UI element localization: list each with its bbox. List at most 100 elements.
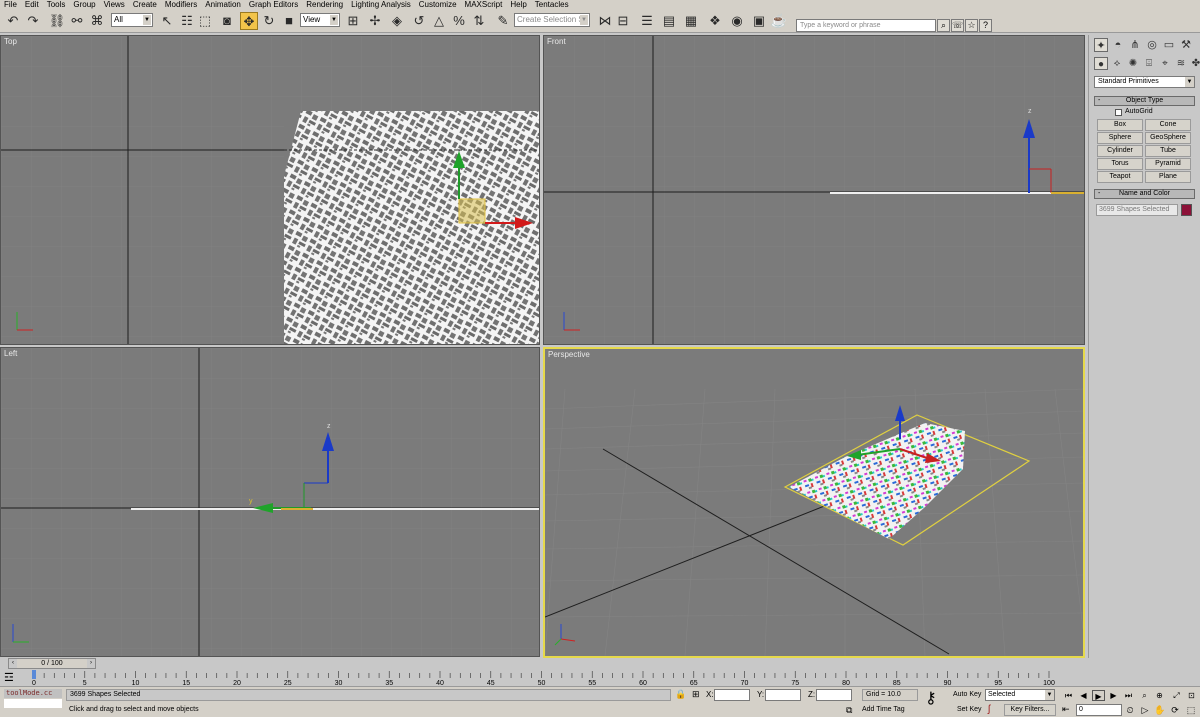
previous-frame-icon[interactable]: ◀ bbox=[1077, 690, 1090, 701]
absolute-mode-icon[interactable]: ⊞ bbox=[692, 689, 700, 700]
menu-tools[interactable]: Tools bbox=[43, 0, 70, 9]
chevron-right-icon[interactable]: › bbox=[87, 659, 95, 668]
track-bar[interactable]: ☲ 0 5 10 15 20 25 30 35 40 45 50 55 60 65 70 75 80 85 90 95… bbox=[0, 670, 1200, 686]
select-object-icon[interactable]: ↖ bbox=[158, 12, 176, 30]
menu-views[interactable]: Views bbox=[100, 0, 129, 9]
sphere-button[interactable]: Sphere bbox=[1097, 132, 1143, 144]
hierarchy-tab-icon[interactable]: ⋔ bbox=[1128, 38, 1142, 52]
menu-create[interactable]: Create bbox=[129, 0, 161, 9]
select-and-move-icon[interactable]: ✥ bbox=[240, 12, 258, 30]
redo-icon[interactable]: ↷ bbox=[24, 12, 42, 30]
maximize-viewport-icon[interactable]: ⬚ bbox=[1185, 705, 1197, 716]
key-filters-button[interactable]: Key Filters... bbox=[1004, 704, 1056, 716]
window-crossing-icon[interactable]: ◙ bbox=[218, 12, 236, 30]
shapes-icon[interactable]: ⟡ bbox=[1110, 57, 1124, 70]
object-color-swatch[interactable] bbox=[1181, 204, 1192, 216]
geometry-icon[interactable]: ● bbox=[1094, 57, 1108, 70]
object-name-field[interactable]: 3699 Shapes Selected bbox=[1096, 204, 1178, 216]
percent-snap-icon[interactable]: % bbox=[450, 12, 468, 30]
menu-tentacles[interactable]: Tentacles bbox=[531, 0, 573, 9]
play-icon[interactable]: ▶ bbox=[1092, 690, 1105, 701]
key-mode-dropdown[interactable]: Selected ▼ bbox=[985, 689, 1055, 701]
search-icon[interactable]: ⌕ bbox=[937, 19, 950, 32]
viewport-label-left[interactable]: Left bbox=[4, 349, 17, 358]
menu-animation[interactable]: Animation bbox=[201, 0, 245, 9]
next-frame-icon[interactable]: ▶ bbox=[1107, 690, 1120, 701]
select-and-scale-icon[interactable]: ■ bbox=[280, 12, 298, 30]
time-slider[interactable]: ‹ 0 / 100 › bbox=[8, 658, 96, 669]
tube-button[interactable]: Tube bbox=[1145, 145, 1191, 157]
snaps-toggle-icon[interactable]: ↺ bbox=[410, 12, 428, 30]
menu-customize[interactable]: Customize bbox=[415, 0, 461, 9]
cylinder-button[interactable]: Cylinder bbox=[1097, 145, 1143, 157]
viewport-left[interactable]: Left z y bbox=[0, 347, 540, 657]
search-input[interactable]: Type a keyword or phrase bbox=[796, 19, 936, 32]
motion-tab-icon[interactable]: ◎ bbox=[1145, 38, 1159, 52]
menu-rendering[interactable]: Rendering bbox=[302, 0, 347, 9]
unlink-selection-icon[interactable]: ⚯ bbox=[68, 12, 86, 30]
menu-lighting-analysis[interactable]: Lighting Analysis bbox=[347, 0, 415, 9]
reference-coordinate-dropdown[interactable]: View ▼ bbox=[300, 13, 340, 27]
y-coordinate-field[interactable] bbox=[765, 689, 801, 701]
lock-icon[interactable]: 🔒 bbox=[675, 689, 686, 700]
current-frame-marker[interactable] bbox=[32, 670, 36, 679]
viewport-top[interactable]: Top bbox=[0, 35, 540, 345]
zoom-all-icon[interactable]: ⊕ bbox=[1153, 690, 1166, 701]
current-frame-field[interactable]: 0 bbox=[1076, 704, 1122, 716]
viewport-label-top[interactable]: Top bbox=[4, 37, 17, 46]
angle-snap-icon[interactable]: △ bbox=[430, 12, 448, 30]
graphite-modeling-icon[interactable]: ▤ bbox=[660, 12, 678, 30]
x-coordinate-field[interactable] bbox=[714, 689, 750, 701]
zoom-extents-icon[interactable]: ⤢ bbox=[1170, 690, 1183, 701]
material-editor-icon[interactable]: ◉ bbox=[728, 12, 746, 30]
cameras-icon[interactable]: ⌹ bbox=[1142, 57, 1156, 70]
key-mode-toggle-icon[interactable]: ⇤ bbox=[1062, 704, 1070, 715]
viewport-front[interactable]: Front z bbox=[543, 35, 1085, 345]
rectangular-selection-region-icon[interactable]: ⬚ bbox=[196, 12, 214, 30]
modify-tab-icon[interactable]: ◓ bbox=[1111, 38, 1125, 52]
orbit-icon[interactable]: ⟳ bbox=[1169, 705, 1181, 716]
helpers-icon[interactable]: ⌖ bbox=[1158, 57, 1172, 70]
create-tab-icon[interactable]: ✦ bbox=[1094, 38, 1108, 52]
zoom-icon[interactable]: ⌕ bbox=[1138, 690, 1151, 701]
help-icon[interactable]: ? bbox=[979, 19, 992, 32]
name-and-color-rollout[interactable]: - Name and Color bbox=[1094, 189, 1195, 199]
schematic-view-icon[interactable]: ❖ bbox=[706, 12, 724, 30]
set-key-button[interactable]: Set Key bbox=[957, 705, 982, 715]
auto-key-button[interactable]: Auto Key bbox=[953, 690, 981, 700]
viewport-label-front[interactable]: Front bbox=[547, 37, 566, 46]
menu-edit[interactable]: Edit bbox=[21, 0, 43, 9]
teapot-button[interactable]: Teapot bbox=[1097, 171, 1143, 183]
lights-icon[interactable]: ✺ bbox=[1126, 57, 1140, 70]
align-icon[interactable]: ⊟ bbox=[614, 12, 632, 30]
default-in-out-tangent-icon[interactable]: ʃ bbox=[988, 704, 990, 715]
z-coordinate-field[interactable] bbox=[816, 689, 852, 701]
select-and-link-icon[interactable]: ⛓ bbox=[48, 12, 66, 30]
menu-help[interactable]: Help bbox=[506, 0, 530, 9]
geosphere-button[interactable]: GeoSphere bbox=[1145, 132, 1191, 144]
select-by-name-icon[interactable]: ☷ bbox=[178, 12, 196, 30]
menu-group[interactable]: Group bbox=[69, 0, 99, 9]
chevron-left-icon[interactable]: ‹ bbox=[9, 659, 17, 668]
render-production-icon[interactable]: ☕ bbox=[770, 12, 788, 30]
edit-named-selection-icon[interactable]: ✎ bbox=[494, 12, 512, 30]
autogrid-checkbox[interactable]: AutoGrid bbox=[1115, 108, 1153, 116]
layer-manager-icon[interactable]: ☰ bbox=[638, 12, 656, 30]
undo-icon[interactable]: ↶ bbox=[4, 12, 22, 30]
select-and-manipulate-icon[interactable]: ✢ bbox=[366, 12, 384, 30]
select-and-rotate-icon[interactable]: ↻ bbox=[260, 12, 278, 30]
keyboard-shortcut-override-icon[interactable]: ◈ bbox=[388, 12, 406, 30]
category-dropdown[interactable]: Standard Primitives ▼ bbox=[1094, 76, 1195, 88]
display-tab-icon[interactable]: ▭ bbox=[1162, 38, 1176, 52]
checkbox-box[interactable] bbox=[1115, 108, 1122, 116]
pan-view-icon[interactable]: ✋ bbox=[1154, 705, 1166, 716]
mirror-icon[interactable]: ⋈ bbox=[596, 12, 614, 30]
maxscript-input[interactable] bbox=[4, 699, 62, 708]
render-setup-icon[interactable]: ▣ bbox=[750, 12, 768, 30]
menu-graph-editors[interactable]: Graph Editors bbox=[245, 0, 302, 9]
viewport-perspective[interactable]: Perspective bbox=[543, 347, 1085, 658]
object-type-rollout[interactable]: - Object Type bbox=[1094, 96, 1195, 106]
pyramid-button[interactable]: Pyramid bbox=[1145, 158, 1191, 170]
menu-file[interactable]: File bbox=[0, 0, 21, 9]
go-to-start-icon[interactable]: ⏮ bbox=[1062, 690, 1075, 701]
